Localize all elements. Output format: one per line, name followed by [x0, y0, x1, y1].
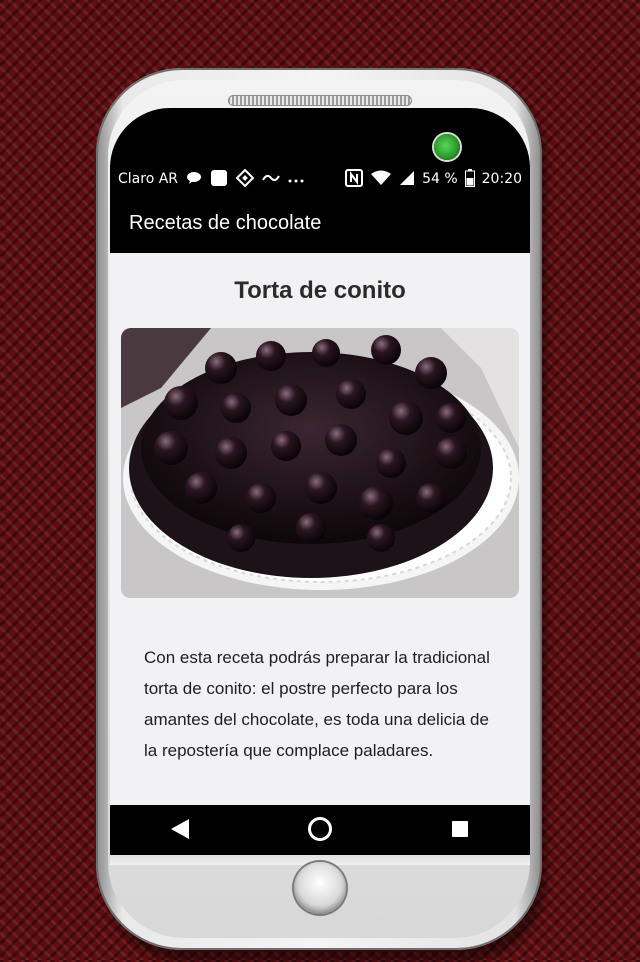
- recipe-description: Con esta receta podrás preparar la tradi…: [144, 648, 490, 760]
- navigation-bar: [110, 805, 530, 857]
- home-nav-button[interactable]: [290, 809, 350, 853]
- recipe-title: Torta de conito: [234, 277, 406, 304]
- home-circle-icon: [307, 816, 333, 846]
- wifi-icon: [370, 170, 392, 189]
- binance-icon: [235, 168, 255, 190]
- front-camera-icon: [434, 134, 460, 160]
- hardware-home-button[interactable]: [294, 862, 346, 914]
- battery-percent: 54 %: [422, 171, 458, 187]
- more-dots-icon: [288, 173, 304, 186]
- carrier-label: Claro AR: [118, 171, 179, 187]
- chat-bubble-icon: [186, 171, 202, 188]
- recipe-content[interactable]: Torta de conito Con esta receta podrás p…: [110, 253, 530, 805]
- signal-icon: [399, 170, 415, 189]
- recents-square-icon: [451, 820, 469, 842]
- app-title: Recetas de chocolate: [129, 211, 322, 234]
- square-notification-icon: [210, 169, 228, 190]
- battery-icon: [464, 168, 475, 190]
- status-bar: Claro AR 54 % 20:20: [110, 165, 530, 193]
- app-bar: Recetas de chocolate: [110, 193, 530, 253]
- swipe-gesture-icon: [262, 172, 280, 187]
- back-triangle-icon: [170, 818, 190, 844]
- nfc-icon: [345, 168, 364, 190]
- back-button[interactable]: [150, 809, 210, 853]
- clock: 20:20: [481, 171, 522, 187]
- recipe-photo: [121, 328, 519, 598]
- recents-button[interactable]: [430, 809, 490, 853]
- earpiece-speaker: [228, 95, 412, 106]
